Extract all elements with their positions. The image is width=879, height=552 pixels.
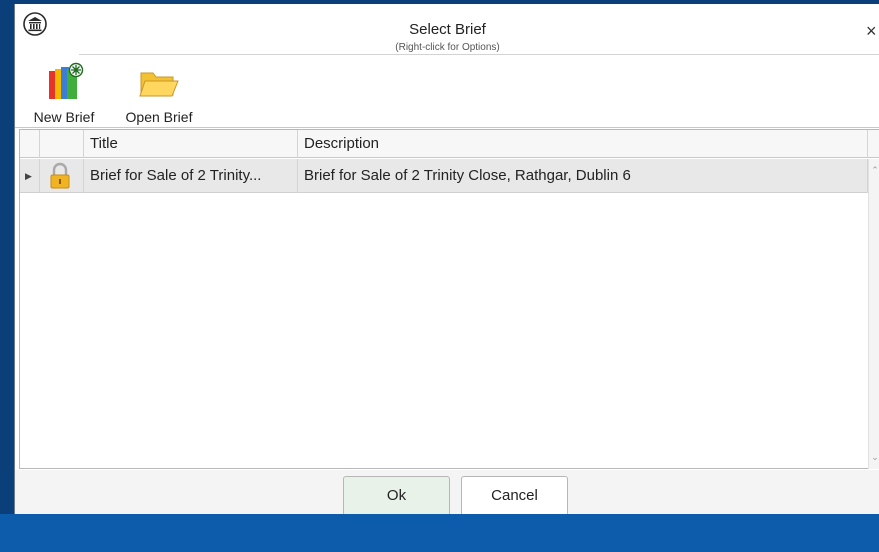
close-icon[interactable]: × — [866, 22, 879, 40]
row-description: Brief for Sale of 2 Trinity Close, Rathg… — [298, 159, 868, 193]
table-row[interactable]: ▶ Brief for Sale of 2 Trinity... Brief f… — [20, 159, 868, 193]
cancel-button[interactable]: Cancel — [461, 476, 568, 516]
dialog-title: Select Brief — [409, 21, 486, 38]
header-description[interactable]: Description — [298, 130, 868, 158]
row-title: Brief for Sale of 2 Trinity... — [84, 159, 298, 193]
select-brief-dialog: Select Brief (Right-click for Options) ×… — [14, 4, 879, 516]
vertical-scrollbar[interactable]: ⌃ ⌄ — [868, 159, 879, 469]
window-frame-left — [0, 0, 14, 552]
scroll-down-icon[interactable]: ⌄ — [869, 452, 879, 463]
title-bar: Select Brief (Right-click for Options) × — [15, 4, 879, 54]
new-brief-label: New Brief — [33, 109, 95, 125]
header-title[interactable]: Title — [84, 130, 298, 158]
folder-icon — [139, 72, 179, 97]
ribbon-toolbar: New Brief Open Brief — [15, 55, 879, 128]
dialog-subtitle: (Right-click for Options) — [395, 42, 500, 53]
open-brief-button[interactable]: Open Brief — [115, 59, 203, 125]
header-indicator-column[interactable] — [20, 130, 40, 158]
briefs-grid: Title Description ▶ Brief for Sale of 2 … — [19, 129, 879, 469]
header-lock-column[interactable] — [40, 130, 84, 158]
open-brief-label: Open Brief — [125, 109, 193, 125]
new-brief-button[interactable]: New Brief — [25, 59, 103, 125]
bottom-status-bar — [0, 514, 879, 552]
scroll-up-icon[interactable]: ⌃ — [869, 165, 879, 176]
grid-header: Title Description — [20, 130, 879, 158]
row-indicator-icon: ▶ — [20, 159, 40, 193]
dialog-footer: Ok Cancel — [15, 470, 879, 516]
ok-button[interactable]: Ok — [343, 476, 450, 516]
lock-cell — [40, 159, 84, 193]
padlock-icon — [50, 162, 70, 189]
new-brief-icon — [49, 62, 84, 99]
